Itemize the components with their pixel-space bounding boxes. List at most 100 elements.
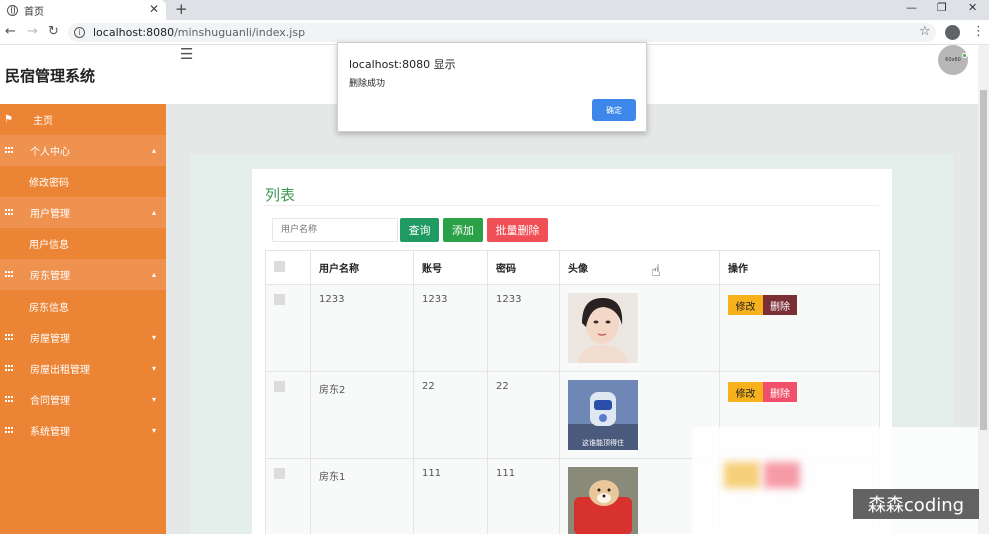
url-path: /minshuguanli/index.jsp (174, 26, 306, 39)
flag-icon: ⚑ (4, 114, 13, 125)
divider (263, 205, 879, 206)
reload-icon[interactable]: ↻ (48, 24, 59, 39)
query-button[interactable]: 查询 (400, 218, 439, 242)
avatar-placeholder-text: 60x60 (945, 57, 961, 63)
table-header-row: 用户名称 账号 密码 头像 操作 (265, 250, 880, 285)
cell-password: 1233 (487, 284, 560, 372)
hand-cursor-icon: ☝ (651, 261, 661, 280)
dialog-title: localhost:8080 显示 (349, 58, 456, 71)
column-header: 用户名称 (310, 250, 414, 285)
account-icon[interactable] (945, 25, 960, 40)
chevron-up-icon: ▴ (151, 146, 156, 155)
online-status-dot (962, 53, 967, 58)
browser-tab[interactable]: 首页 ✕ (0, 0, 166, 20)
row-checkbox[interactable] (274, 381, 285, 392)
chevron-down-icon: ▾ (151, 333, 156, 342)
edit-button[interactable]: 修改 (728, 382, 763, 402)
sidebar-item-home[interactable]: ⚑ 主页 (0, 104, 166, 135)
alert-dialog: localhost:8080 显示 删除成功 确定 (337, 42, 647, 132)
grid-icon (5, 334, 13, 341)
chevron-down-icon: ▾ (151, 395, 156, 404)
sidebar-item-user-management[interactable]: 用户管理 ▴ (0, 197, 166, 228)
chevron-up-icon: ▴ (151, 270, 156, 279)
new-tab-icon[interactable]: + (175, 0, 188, 18)
scrollbar-thumb[interactable] (980, 90, 987, 430)
cell-name: 房东1 (310, 458, 414, 534)
sidebar-item-label: 用户管理 (30, 209, 70, 220)
sidebar-item-label: 房东信息 (29, 303, 69, 314)
select-all-checkbox[interactable] (274, 260, 285, 272)
sidebar-item-label: 主页 (32, 116, 53, 127)
column-header: 密码 (487, 250, 560, 285)
delete-button[interactable]: 删除 (763, 382, 797, 402)
avatar-photo-dog (568, 467, 638, 534)
chevron-down-icon: ▾ (151, 426, 156, 435)
minimize-icon[interactable]: — (906, 1, 917, 14)
grid-icon (5, 365, 13, 372)
sidebar-item-label: 房东管理 (30, 271, 70, 282)
avatar-photo-woman (568, 293, 638, 363)
browser-menu-icon[interactable]: ⋮ (972, 24, 985, 39)
sidebar-item-system-management[interactable]: 系统管理 ▾ (0, 415, 166, 446)
grid-icon (5, 147, 13, 154)
cell-password: 22 (487, 371, 560, 459)
close-tab-icon[interactable]: ✕ (149, 2, 159, 16)
column-header: 头像 (559, 250, 720, 285)
select-all-cell (265, 250, 311, 285)
bookmark-star-icon[interactable]: ☆ (919, 24, 931, 39)
row-checkbox[interactable] (274, 294, 285, 305)
cell-account: 111 (413, 458, 488, 534)
grid-icon (5, 209, 13, 216)
column-header: 账号 (413, 250, 488, 285)
cell-account: 22 (413, 371, 488, 459)
sidebar-item-rental-management[interactable]: 房屋出租管理 ▾ (0, 353, 166, 384)
delete-button[interactable]: 删除 (763, 295, 797, 315)
globe-icon (7, 4, 18, 16)
cell-name: 1233 (310, 284, 414, 372)
sidebar-item-label: 合同管理 (30, 396, 70, 407)
search-input[interactable] (272, 218, 398, 242)
sidebar-item-landlord-info[interactable]: 房东信息 (0, 291, 166, 322)
edit-button[interactable]: 修改 (728, 295, 763, 315)
row-actions: 修改 删除 (728, 295, 871, 315)
sidebar-item-landlord-management[interactable]: 房东管理 ▴ (0, 259, 166, 290)
chevron-up-icon: ▴ (151, 208, 156, 217)
row-checkbox[interactable] (274, 468, 285, 479)
grid-icon (5, 396, 13, 403)
cell-name: 房东2 (310, 371, 414, 459)
page-scrollbar[interactable] (978, 45, 989, 534)
avatar[interactable]: 60x60 (938, 45, 968, 75)
sidebar-item-house-management[interactable]: 房屋管理 ▾ (0, 322, 166, 353)
forward-icon[interactable]: → (27, 24, 38, 39)
row-actions: 修改 删除 (728, 382, 871, 402)
column-header: 操作 (719, 250, 880, 285)
sidebar-item-label: 系统管理 (30, 427, 70, 438)
sidebar-item-label: 修改密码 (29, 178, 69, 189)
tab-title: 首页 (24, 6, 44, 18)
sidebar-item-user-info[interactable]: 用户信息 (0, 228, 166, 259)
sidebar-item-label: 房屋管理 (30, 334, 70, 345)
table-row: 1233 1233 1233 修改 删除 (265, 284, 880, 372)
dialog-message: 删除成功 (349, 79, 386, 89)
grid-icon (5, 271, 13, 278)
cell-account: 1233 (413, 284, 488, 372)
url-field[interactable]: i localhost:8080/minshuguanli/index.jsp (68, 23, 936, 42)
batch-delete-button[interactable]: 批量删除 (487, 218, 548, 242)
hamburger-menu-icon[interactable]: ☰ (180, 45, 193, 63)
close-window-icon[interactable]: ✕ (968, 1, 977, 14)
browser-tab-strip: 首页 ✕ + — ❐ ✕ (0, 0, 989, 20)
sidebar-item-contract-management[interactable]: 合同管理 ▾ (0, 384, 166, 415)
site-info-icon[interactable]: i (74, 27, 85, 38)
add-button[interactable]: 添加 (443, 218, 483, 242)
panel-title: 列表 (265, 186, 296, 204)
avatar-photo-robot: 这谁能顶得住 (568, 380, 638, 450)
sidebar-item-label: 房屋出租管理 (30, 365, 90, 376)
sidebar-item-label: 个人中心 (30, 147, 70, 158)
sidebar-item-personal-center[interactable]: 个人中心 ▴ (0, 135, 166, 166)
dialog-ok-button[interactable]: 确定 (592, 99, 636, 121)
restore-icon[interactable]: ❐ (937, 1, 947, 14)
sidebar-item-change-password[interactable]: 修改密码 (0, 166, 166, 197)
app-brand: 民宿管理系统 (5, 67, 96, 85)
cell-password: 111 (487, 458, 560, 534)
back-icon[interactable]: ← (5, 24, 16, 39)
